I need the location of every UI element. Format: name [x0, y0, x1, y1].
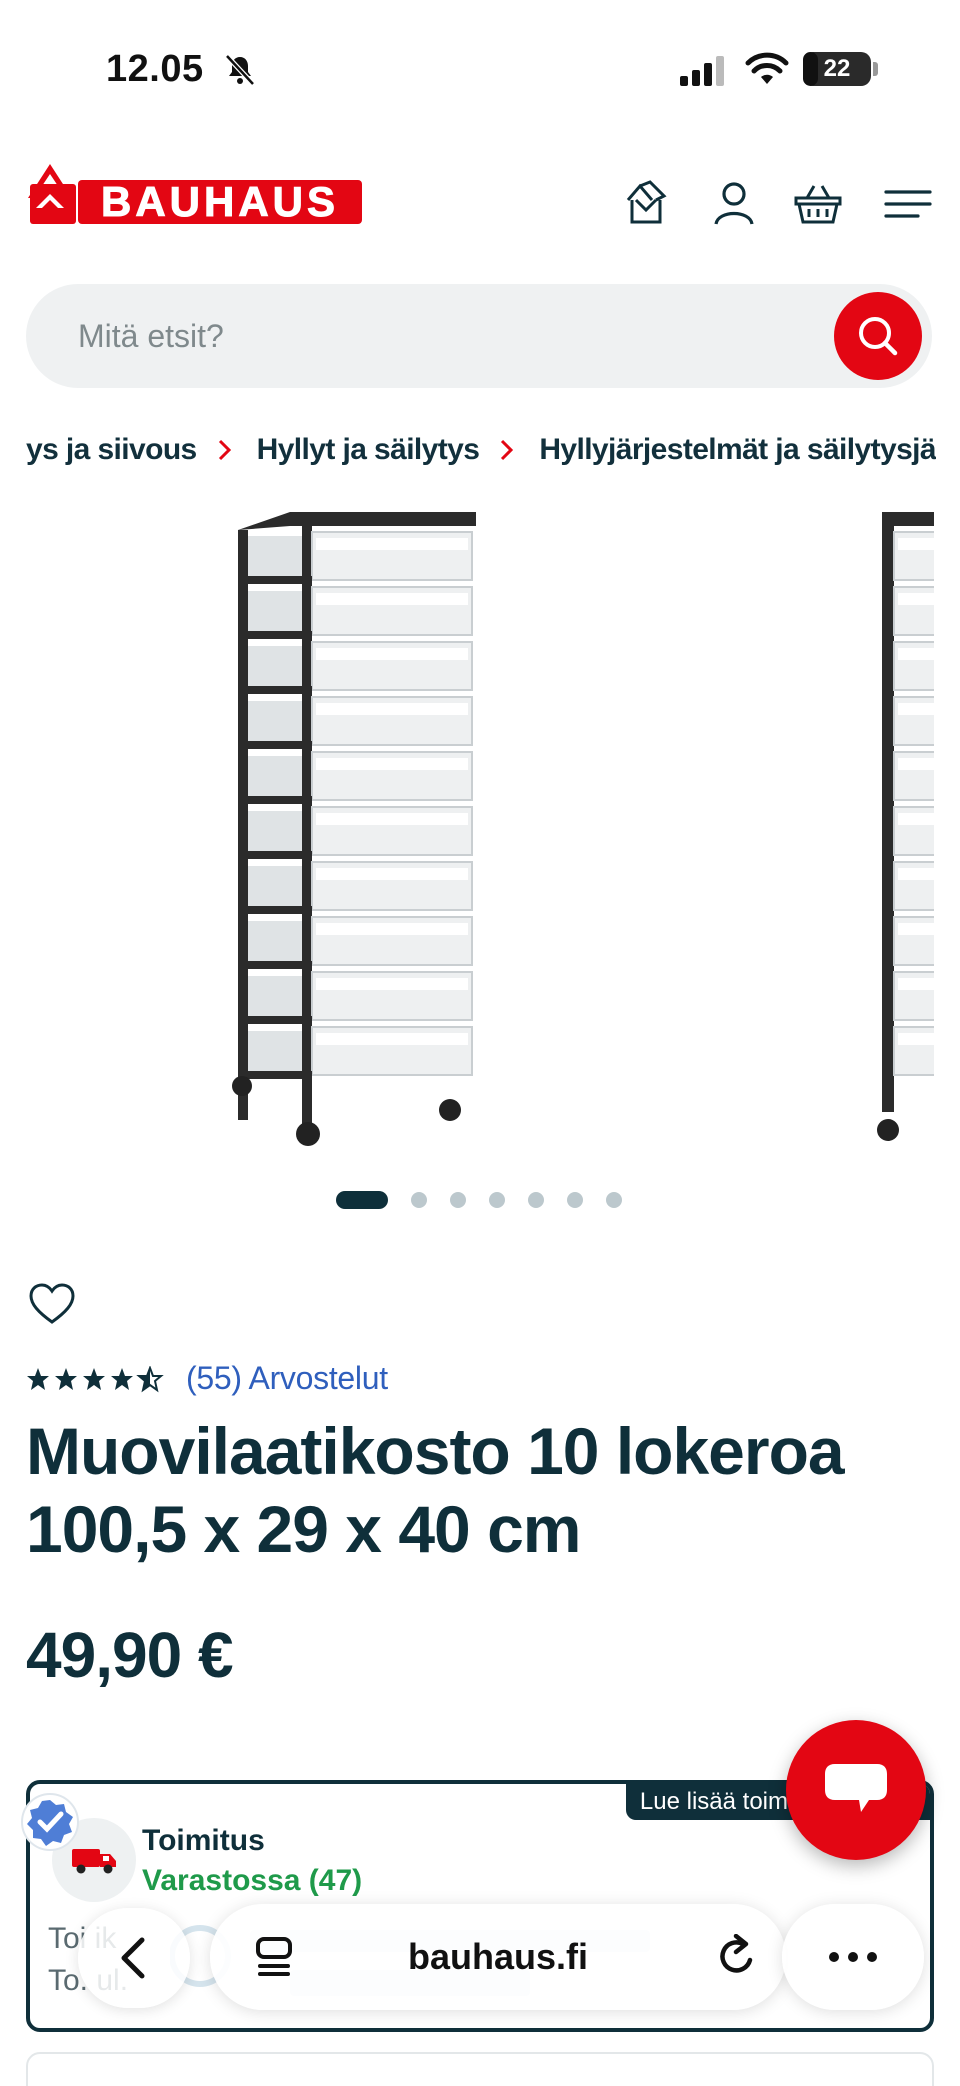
chat-button[interactable]: [786, 1720, 926, 1860]
search-bar: [26, 284, 932, 388]
heart-icon[interactable]: [28, 1282, 76, 1326]
pagination-dot[interactable]: [528, 1192, 544, 1208]
chevron-left-icon: [121, 1937, 145, 1979]
reload-icon[interactable]: [716, 1934, 758, 1978]
next-card: [26, 2052, 934, 2086]
delivery-title: Toimitus: [142, 1824, 265, 1857]
basket-icon[interactable]: [792, 178, 844, 230]
product-price: 49,90 €: [26, 1619, 234, 1691]
battery-icon: 22: [803, 52, 871, 86]
address-bar[interactable]: bauhaus.fi: [210, 1904, 786, 2010]
menu-icon[interactable]: [882, 178, 934, 230]
search-icon: [859, 317, 898, 356]
cellular-signal-icon: [680, 56, 724, 86]
store-icon[interactable]: [620, 178, 672, 230]
battery-percent: 22: [823, 55, 851, 82]
pagination-dot[interactable]: [606, 1192, 622, 1208]
more-dots-icon: [829, 1952, 877, 1962]
header-icons: [620, 178, 940, 234]
bell-muted-icon: [225, 54, 255, 86]
verified-badge-icon: [21, 1793, 79, 1851]
chevron-right-icon: [218, 440, 231, 461]
chevron-right-icon: [501, 440, 514, 461]
wifi-icon: [745, 52, 789, 84]
pagination-dot[interactable]: [567, 1192, 583, 1208]
star-icon: [136, 1366, 164, 1393]
star-icon: [55, 1368, 77, 1390]
reviews-link[interactable]: (55) Arvostelut: [186, 1360, 388, 1397]
pagination-dot[interactable]: [489, 1192, 505, 1208]
product-image[interactable]: [220, 510, 490, 1150]
star-icon: [27, 1368, 49, 1390]
account-icon[interactable]: [708, 178, 760, 230]
logo-text: BAUHAUS: [101, 178, 339, 225]
star-icon: [111, 1368, 133, 1390]
back-button[interactable]: [78, 1908, 190, 2008]
star-icon: [83, 1368, 105, 1390]
bauhaus-logo[interactable]: BAUHAUS: [24, 158, 364, 228]
browser-toolbar: bauhaus.fi: [28, 1904, 932, 2010]
product-title: Muovilaatikosto 10 lokeroa 100,5 x 29 x …: [26, 1414, 845, 1566]
search-button[interactable]: [834, 292, 922, 380]
delivery-stock: Varastossa (47): [142, 1864, 363, 1897]
breadcrumb-item[interactable]: Hyllyjärjestelmät ja säilytysjärjestelmä…: [539, 433, 936, 467]
more-button[interactable]: [782, 1904, 924, 2010]
breadcrumb-item[interactable]: ys ja siivous: [26, 433, 197, 467]
battery-nub: [873, 62, 878, 76]
star-rating: [27, 1366, 164, 1393]
product-gallery[interactable]: [0, 510, 934, 1160]
status-time: 12.05: [106, 48, 204, 90]
product-image-next[interactable]: [872, 510, 934, 1150]
pagination-dot[interactable]: [411, 1192, 427, 1208]
pagination-dot-active[interactable]: [336, 1191, 388, 1209]
status-bar: 12.05 22: [0, 0, 960, 140]
search-input[interactable]: [78, 284, 778, 388]
url-text: bauhaus.fi: [407, 1936, 589, 1977]
chat-icon: [825, 1764, 887, 1812]
breadcrumb: ys ja siivous Hyllyt ja säilytys Hyllyjärj…: [26, 432, 936, 482]
pagination-dot[interactable]: [450, 1192, 466, 1208]
breadcrumb-item[interactable]: Hyllyt ja säilytys: [257, 433, 480, 467]
